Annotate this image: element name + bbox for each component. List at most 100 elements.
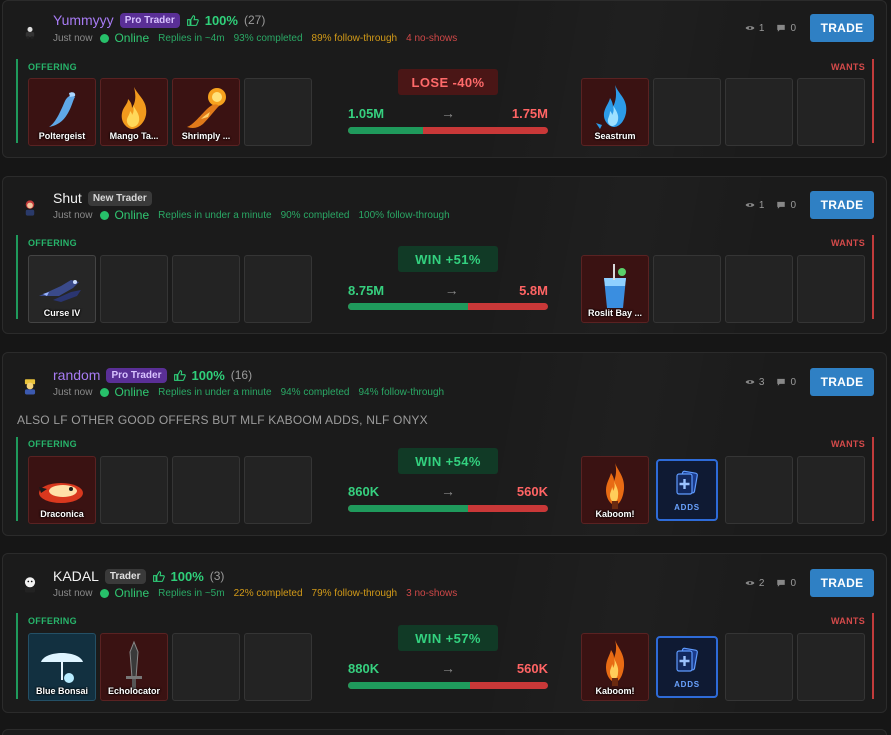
item-name: Curse IV [43,308,81,318]
online-dot-icon [100,387,110,397]
offering-accent [16,59,18,143]
reply-time: Replies in under a minute [158,386,272,398]
username[interactable]: random [53,367,100,383]
wants-label: WANTS [831,238,865,248]
offer-item[interactable]: Shrimply ... [172,78,240,146]
user-avatar-icon [24,379,36,395]
empty-slot[interactable] [172,456,240,524]
rating-percent: 100% [191,367,225,383]
item-name: Seastrum [594,131,636,141]
empty-slot[interactable] [172,633,240,701]
value-bar [348,303,548,310]
item-name: Kaboom! [595,686,635,696]
empty-slot[interactable] [244,633,312,701]
avatar[interactable] [17,19,43,45]
want-item[interactable]: Seastrum [581,78,649,146]
offer-item[interactable]: Blue Bonsai [28,633,96,701]
offer-item[interactable]: Curse IV [28,255,96,323]
online-status: Online [114,208,150,222]
trade-card: KADAL Trader 100% (3) Just now Online Re… [2,553,887,713]
offering-slots: Blue Bonsai Echolocator [28,633,312,701]
offering-label: OFFERING [28,62,77,72]
offer-value: 880K [348,660,380,676]
trade-verdict: WIN +51% [398,246,498,272]
trade-card: Yummyyy Pro Trader 100% (27) Just now On… [2,0,887,158]
follow-through-rate: 100% follow-through [358,209,450,221]
item-name: Poltergeist [38,131,86,141]
follow-through-rate: 89% follow-through [311,32,398,44]
offer-item[interactable]: Echolocator [100,633,168,701]
trade-button[interactable]: TRADE [810,14,874,42]
avatar[interactable] [17,373,43,399]
empty-slot[interactable] [653,78,721,146]
value-bar [348,505,548,512]
empty-slot[interactable] [725,78,793,146]
empty-slot[interactable] [244,456,312,524]
empty-slot[interactable] [244,78,312,146]
empty-slot[interactable] [725,456,793,524]
rating-count: (27) [243,13,266,27]
adds-cards-icon [676,647,698,672]
trade-button[interactable]: TRADE [810,191,874,219]
wants-slots: Kaboom! ADDS [581,633,865,701]
follow-through-rate: 94% follow-through [358,386,445,398]
username[interactable]: Yummyyy [53,12,114,28]
item-name: Echolocator [107,686,160,696]
empty-slot[interactable] [100,456,168,524]
empty-slot[interactable] [797,633,865,701]
value-bar-fill [348,505,468,512]
empty-slot[interactable] [100,255,168,323]
online-status: Online [114,586,150,600]
avatar[interactable] [17,195,43,221]
adds-cards-icon [676,470,698,495]
trade-button[interactable]: TRADE [810,368,874,396]
wants-accent [872,235,874,319]
value-bar [348,682,548,689]
wants-label: WANTS [831,62,865,72]
offering-slots: Curse IV [28,255,312,323]
rating-percent: 100% [170,568,204,584]
want-item[interactable]: Kaboom! [581,633,649,701]
offer-item[interactable]: Poltergeist [28,78,96,146]
offer-item[interactable]: Draconica [28,456,96,524]
online-status: Online [114,31,150,45]
views-stat: 1 [745,23,764,34]
username[interactable]: KADAL [53,568,99,584]
want-item[interactable]: Roslit Bay ... [581,255,649,323]
rating-percent: 100% [204,12,238,28]
offering-slots: Draconica [28,456,312,524]
offering-accent [16,235,18,319]
want-value: 560K [516,660,548,676]
value-bar-fill [348,303,468,310]
empty-slot[interactable] [244,255,312,323]
value-bar-fill [348,127,423,134]
views-stat: 2 [745,578,764,589]
comments-stat: 0 [776,23,796,34]
empty-slot[interactable] [797,255,865,323]
trade-verdict: WIN +54% [398,448,498,474]
adds-slot[interactable]: ADDS [653,633,721,701]
comments-stat: 0 [776,578,796,589]
empty-slot[interactable] [172,255,240,323]
empty-slot[interactable] [797,78,865,146]
empty-slot[interactable] [797,456,865,524]
eye-icon [745,581,755,585]
offer-value: 860K [348,483,380,499]
empty-slot[interactable] [725,633,793,701]
adds-card: ADDS [656,636,718,698]
username[interactable]: Shut [53,190,82,206]
avatar[interactable] [17,571,43,597]
trade-button[interactable]: TRADE [810,569,874,597]
trader-badge: Trader [104,568,146,584]
offer-item[interactable]: Mango Ta... [100,78,168,146]
wants-accent [872,613,874,699]
want-item[interactable]: Kaboom! [581,456,649,524]
item-name: Shrimply ... [181,131,231,141]
want-value: 5.8M [519,282,548,298]
adds-slot[interactable]: ADDS [653,456,721,524]
empty-slot[interactable] [725,255,793,323]
empty-slot[interactable] [653,255,721,323]
offering-label: OFFERING [28,616,77,626]
completion-rate: 90% completed [280,209,350,221]
offering-slots: Poltergeist Mango Ta... Shrimply ... [28,78,312,146]
